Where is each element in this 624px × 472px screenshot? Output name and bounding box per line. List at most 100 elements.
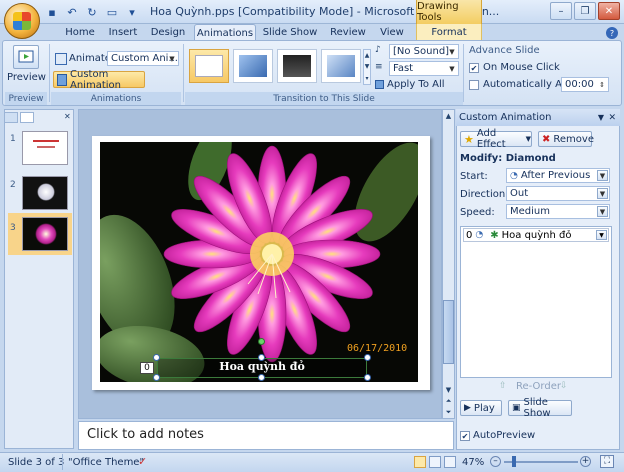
rotate-handle[interactable] [258,338,265,345]
fit-to-window-icon[interactable]: ⛶ [600,455,614,468]
animation-list[interactable] [460,226,612,378]
resize-handle[interactable] [153,354,160,361]
checkbox-checked-icon: ✔ [460,430,470,441]
resize-handle[interactable] [364,374,371,381]
context-tab-header: Drawing Tools [416,0,482,24]
tab-format[interactable]: Format [416,24,482,41]
direction-combo[interactable]: Out ▼ [506,186,610,201]
slide-sorter-icon[interactable] [429,456,441,468]
transition-black-thumb[interactable] [277,49,317,83]
redo-icon[interactable]: ↻ [84,4,100,20]
undo-icon[interactable]: ↶ [64,4,80,20]
spinner-icon: ⇕ [599,80,605,89]
slide-thumbnail-selected[interactable] [22,217,68,251]
slide-thumbnail[interactable] [22,176,68,210]
office-logo-icon [13,12,31,30]
scroll-up-icon[interactable]: ▲ [443,110,454,121]
tab-home[interactable]: Home [60,24,100,41]
custom-animation-button[interactable]: Custom Animation [53,69,145,91]
preview-button[interactable]: Preview [7,72,46,83]
transition-fade-thumb[interactable] [233,49,273,83]
tab-slide-show[interactable]: Slide Show [262,24,318,41]
scroll-down-icon[interactable]: ▼ [443,384,454,395]
office-button[interactable] [4,3,40,39]
zoom-out-icon[interactable]: – [490,456,501,467]
slide-scrollbar[interactable] [442,109,455,419]
resize-handle[interactable] [258,354,265,361]
chevron-down-icon: ▼ [449,47,455,56]
next-slide-icon[interactable]: ⏷ [443,407,454,418]
transition-none-thumb[interactable] [189,49,229,83]
close-icon[interactable]: ✕ [608,113,616,123]
play-label: Play [473,402,495,414]
tab-review[interactable]: Review [326,24,370,41]
zoom-slider-thumb[interactable] [512,456,516,467]
prev-slide-icon[interactable]: ⏶ [443,396,454,407]
start-combo-value: After Previous [520,170,591,181]
custom-animation-header: Custom Animation ▼ ✕ [456,109,620,126]
animate-combo[interactable]: Custom Ani... ▼ [107,51,179,66]
slide-show-button[interactable]: ▣ Slide Show [508,397,572,419]
slide-number: 3 [10,223,16,233]
move-down-icon[interactable]: ⇩ [560,381,572,392]
gallery-scroll[interactable]: ▲ ▼ ▾ [363,49,371,85]
remove-button[interactable]: ✖ Remove [538,131,594,147]
restore-icon[interactable]: ❐ [574,2,596,20]
normal-view-icon[interactable] [414,456,426,468]
chevron-down-icon: ▼ [169,54,175,63]
resize-handle[interactable] [153,374,160,381]
autopreview-checkbox[interactable]: ✔ AutoPreview [460,430,535,441]
close-icon[interactable]: ✕ [598,2,620,20]
sound-combo-value: [No Sound] [393,46,450,57]
pane-tabs [4,112,34,124]
auto-after-time[interactable]: 00:00 ⇕ [561,77,609,92]
chevron-down-icon[interactable]: ▼ [596,230,607,240]
slide-show-view-icon[interactable] [444,456,456,468]
speed-combo[interactable]: Fast ▼ [389,61,459,76]
notes-pane[interactable]: Click to add notes [78,421,454,450]
play-button[interactable]: ▶ Play [460,400,502,416]
animation-list-item[interactable]: 0 ◔ ✱ Hoa quỳnh đỏ ▼ [463,228,609,242]
caption-text: Hoa quỳnh đỏ [219,360,305,373]
move-up-icon[interactable]: ⇧ [499,381,511,392]
start-combo[interactable]: ◔ After Previous ▼ [506,168,610,183]
transition-cut-thumb[interactable] [321,49,361,83]
help-icon[interactable]: ? [606,27,618,39]
tab-insert[interactable]: Insert [104,24,142,41]
open-icon[interactable]: ▭ [104,4,120,20]
slide-thumbnail[interactable] [22,131,68,165]
on-mouse-click-checkbox[interactable]: ✔ On Mouse Click [469,62,560,73]
apply-to-all-button[interactable]: Apply To All [375,79,445,90]
group-separator [49,44,50,102]
resize-handle[interactable] [258,374,265,381]
minimize-icon[interactable]: – [550,2,572,20]
sound-combo[interactable]: [No Sound] ▼ [389,44,459,59]
play-icon: ▶ [464,403,471,413]
animation-order-tag[interactable]: 0 [140,362,154,374]
tab-animations[interactable]: Animations [194,24,256,41]
chevron-down-icon: ▼ [597,170,608,181]
scrollbar-thumb[interactable] [443,300,454,364]
qat-customize-icon[interactable]: ▾ [124,4,140,20]
slides-tab-icon[interactable] [4,112,18,123]
save-icon[interactable]: ▪ [44,4,60,20]
advance-slide-title: Advance Slide [469,45,540,56]
group-separator [463,44,464,102]
transition-preview [195,55,223,77]
tab-view[interactable]: View [374,24,410,41]
add-effect-button[interactable]: ★ Add Effect ▼ [460,128,532,150]
speed-combo[interactable]: Medium ▼ [506,204,610,219]
animation-item-name: Hoa quỳnh đỏ [501,229,572,241]
close-pane-icon[interactable]: ✕ [64,112,71,121]
outline-tab-icon[interactable] [20,112,34,123]
group-label-transition: Transition to This Slide [185,92,463,105]
pane-menu-icon[interactable]: ▼ [598,113,604,122]
resize-handle[interactable] [364,354,371,361]
tab-design[interactable]: Design [146,24,190,41]
zoom-in-icon[interactable]: + [580,456,591,467]
preview-icon[interactable] [13,45,39,69]
clock-icon: ◔ [510,170,518,181]
spelling-icon[interactable]: ✓ [138,455,147,468]
zoom-level[interactable]: 47% [462,457,484,468]
autopreview-label: AutoPreview [473,430,536,441]
